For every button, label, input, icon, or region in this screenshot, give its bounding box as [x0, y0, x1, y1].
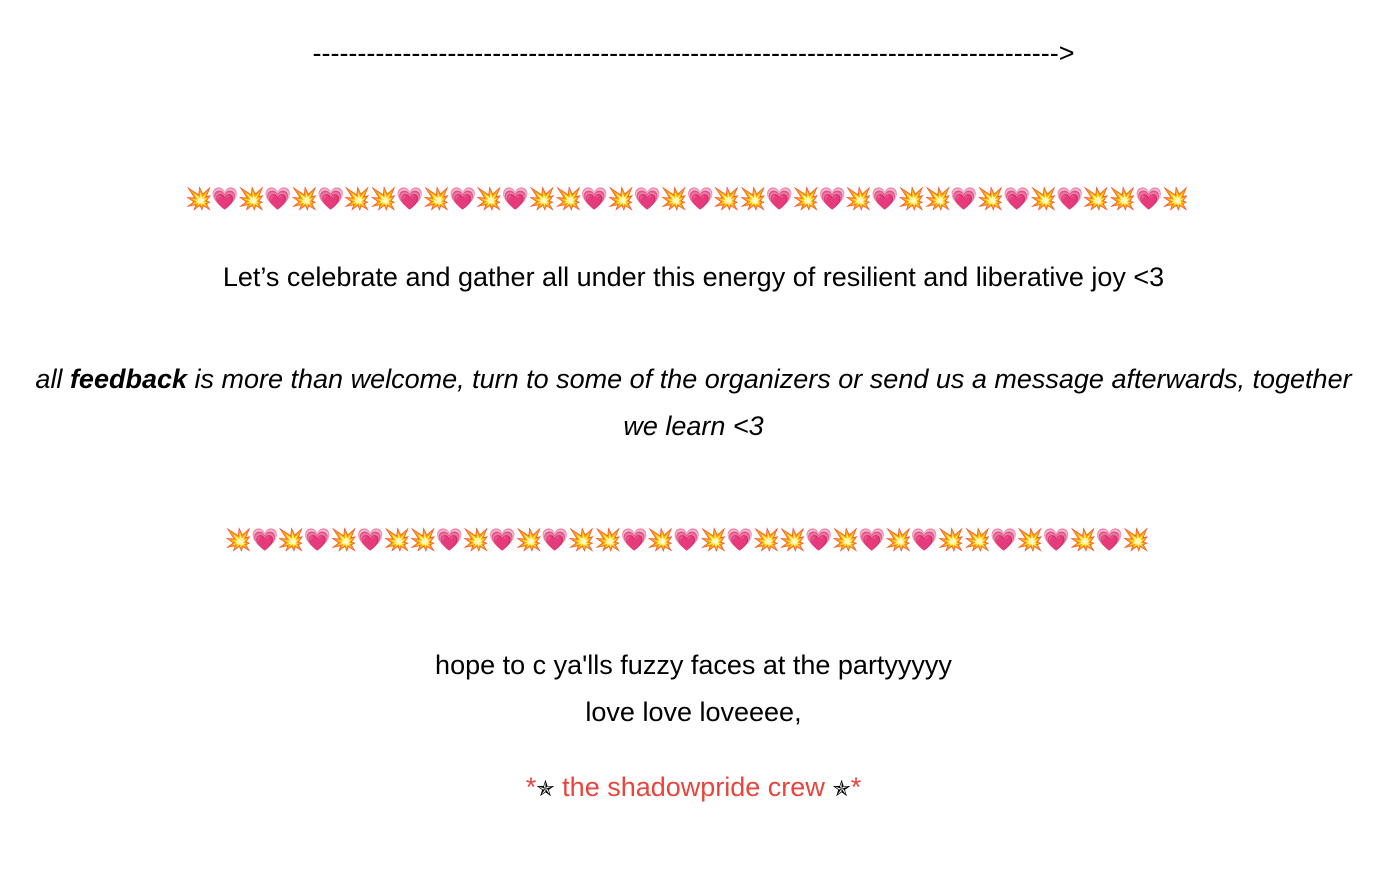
asterisk-left: *: [525, 772, 537, 802]
asterisk-right: *: [850, 772, 862, 802]
star-icon: ✯: [536, 776, 555, 801]
feedback-prefix: all: [35, 364, 70, 394]
love-message: love love loveeee,: [585, 697, 802, 727]
star-icon: ✯: [832, 776, 851, 801]
crew-signature: *✯ the shadowpride crew ✯*: [0, 772, 1387, 803]
emoji-divider-bottom: 💥💗💥💗💥💗💥💥💗💥💗💥💗💥💥💗💥💗💥💗💥💥💗💥💗💥💗💥💥💗💥💗💥💗💥: [224, 527, 1150, 552]
hope-message: hope to c ya'lls fuzzy faces at the part…: [435, 650, 952, 680]
celebrate-message: Let’s celebrate and gather all under thi…: [222, 262, 1165, 292]
feedback-suffix: is more than welcome, turn to some of th…: [187, 364, 1352, 441]
crew-name: the shadowpride crew: [554, 772, 833, 802]
emoji-divider-top: 💥💗💥💗💥💗💥💥💗💥💗💥💗💥💥💗💥💗💥💗💥💥💗💥💗💥💗💥💥💗💥💗💥💗💥💥💗💥: [185, 186, 1189, 211]
feedback-bold: feedback: [69, 364, 187, 394]
arrow-divider: ----------------------------------------…: [312, 38, 1075, 68]
feedback-message: all feedback is more than welcome, turn …: [0, 356, 1387, 450]
